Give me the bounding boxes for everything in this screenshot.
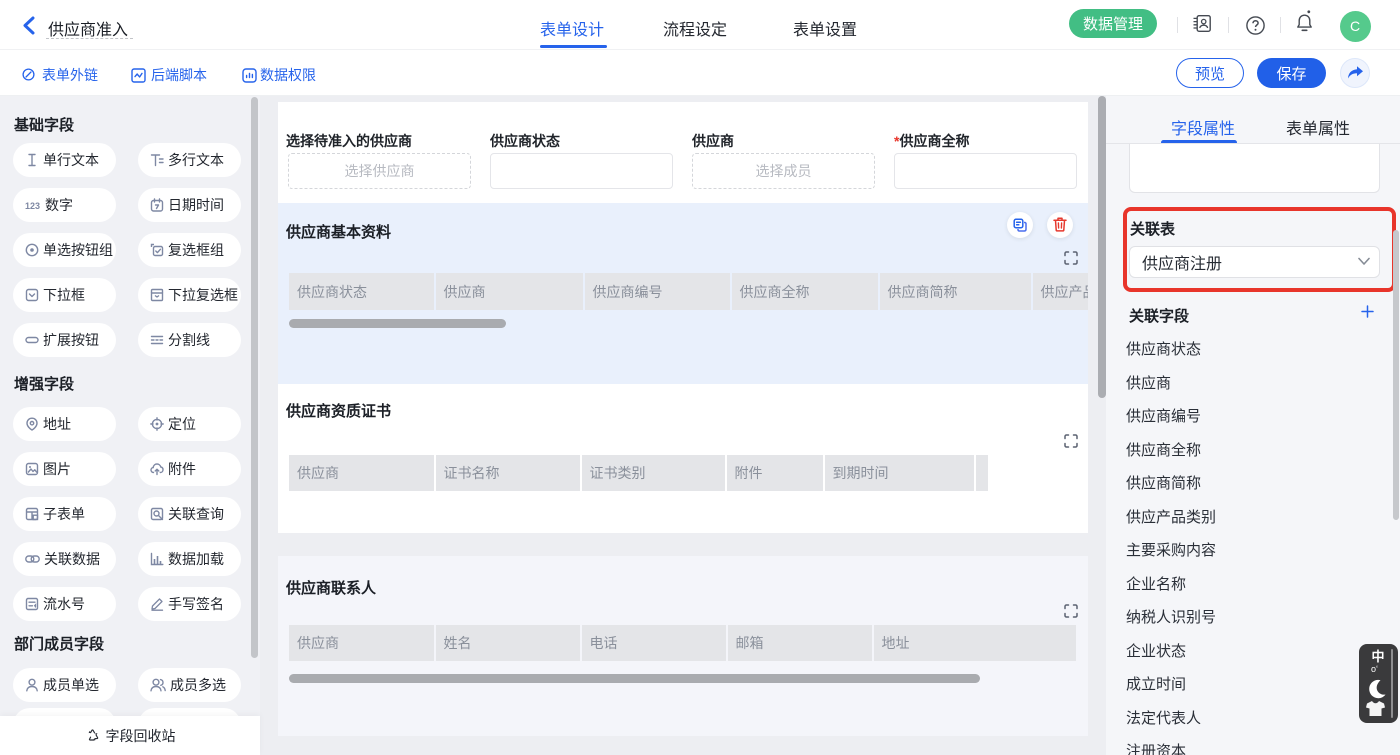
svg-text:123: 123 [25, 201, 40, 211]
